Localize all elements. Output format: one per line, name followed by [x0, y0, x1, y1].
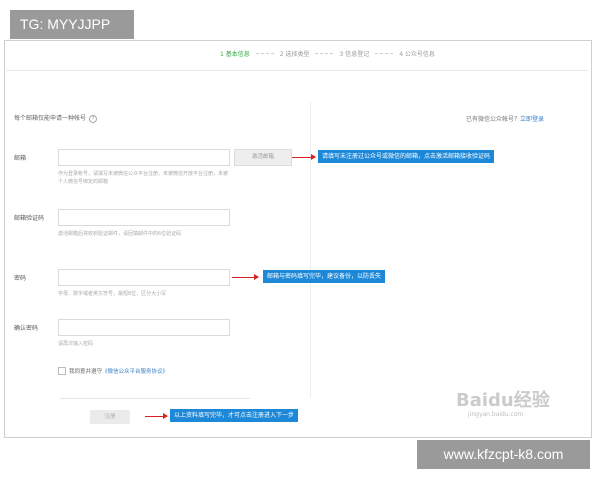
step-2: 2 选择类型: [279, 51, 310, 58]
bottom-overlay-tag: www.kfzcpt-k8.com: [417, 440, 590, 469]
confirm-password-label: 确认密码: [14, 325, 39, 332]
form-footer-divider: [60, 398, 250, 399]
step-1: 1 基本信息: [220, 51, 250, 58]
register-callout-arrow: [145, 413, 168, 419]
password-help: 字母、数字或者英文符号，最短8位，区分大小写: [58, 291, 167, 297]
form-hint-text: 每个邮箱仅能申请一种帐号: [14, 115, 87, 122]
email-label: 邮箱: [14, 155, 27, 162]
password-callout: 邮箱与密码填写完毕，建议备份，以防丢失: [263, 270, 386, 283]
step-separator: [255, 53, 274, 54]
agreement-link[interactable]: 《微信公众平台服务协议》: [102, 369, 168, 375]
password-callout-arrow: [232, 274, 259, 280]
step-3: 3 信息登记: [339, 51, 370, 58]
form-hint: 每个邮箱仅能申请一种帐号?: [14, 113, 98, 123]
step-indicator: 1 基本信息 2 选择类型 3 信息登记 4 公众号信息: [220, 49, 435, 58]
verification-code-field[interactable]: [58, 209, 230, 226]
agree-checkbox[interactable]: [58, 367, 66, 375]
screenshot-frame: [4, 40, 592, 438]
top-overlay-tag: TG: MYYJJPP: [10, 10, 134, 39]
confirm-password-help: 请再次输入密码: [58, 341, 94, 347]
baidu-watermark-url: jingyan.baidu.com: [468, 411, 524, 418]
email-help: 作为登录帐号，请填写未被微信公众平台注册，未被微信开放平台注册，未被个人微信号绑…: [58, 171, 229, 185]
code-label: 邮箱验证码: [14, 215, 45, 222]
agreement-text: 我同意并遵守《微信公众平台服务协议》: [69, 367, 168, 375]
email-callout: 请填写未注册过公众号或微信的邮箱，点击激活邮箱接收验证码: [318, 150, 495, 163]
agreement-prefix: 我同意并遵守: [69, 369, 103, 375]
register-button[interactable]: 注册: [90, 410, 130, 424]
step-separator: [375, 53, 394, 54]
step-separator: [315, 53, 334, 54]
password-field[interactable]: [58, 269, 230, 286]
confirm-password-field[interactable]: [58, 319, 230, 336]
column-divider: [310, 102, 311, 398]
code-help: 激活邮箱后将收到验证邮件，请回填邮件中的6位验证码: [58, 231, 182, 237]
email-callout-arrow: [292, 154, 316, 160]
activate-email-button[interactable]: 激活邮箱: [234, 149, 292, 166]
email-field[interactable]: [58, 149, 230, 166]
step-4: 4 公众号信息: [399, 51, 435, 58]
login-link[interactable]: 立即登录: [520, 116, 544, 123]
header-divider: [6, 70, 588, 71]
register-callout: 以上资料填写完毕，才可点击注册进入下一步: [170, 409, 299, 422]
login-prompt: 已有微信公众帐号？立即登录: [466, 114, 544, 123]
baidu-watermark-logo: Baidu经验: [456, 390, 550, 411]
password-label: 密码: [14, 275, 27, 282]
login-prompt-text: 已有微信公众帐号？: [466, 116, 521, 123]
help-icon[interactable]: ?: [89, 114, 98, 123]
